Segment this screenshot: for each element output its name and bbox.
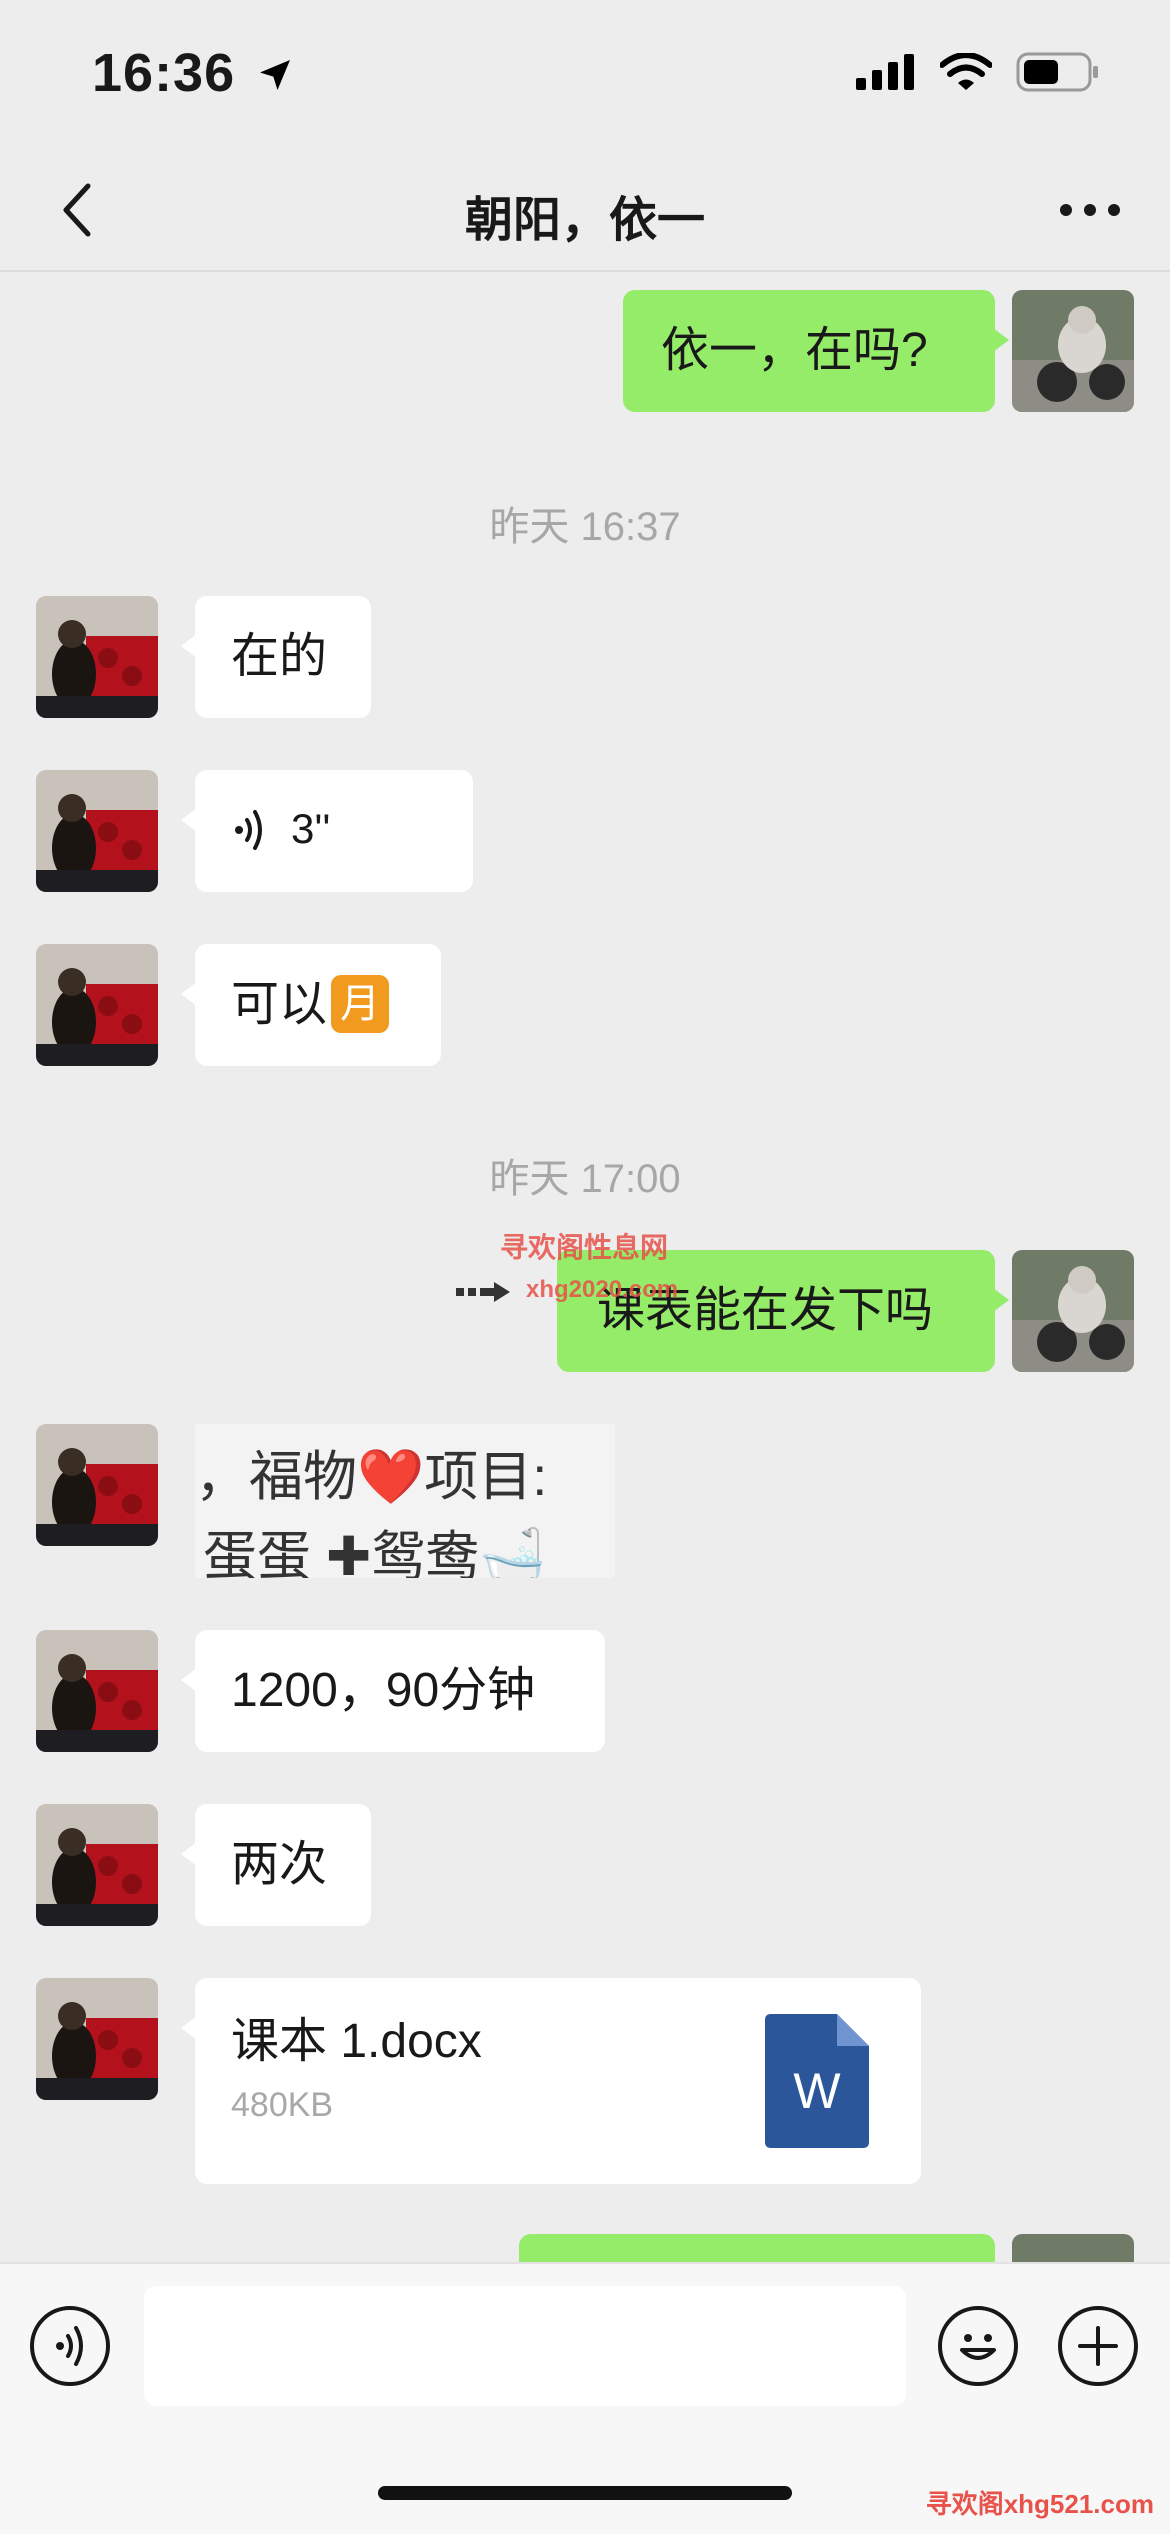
voice-icon (56, 2326, 83, 2366)
message-row-sent (0, 2234, 1170, 2262)
file-size: 480KB (231, 2086, 334, 2124)
image-message[interactable]: ，福物❤️项目: 蛋蛋 ✚鸳鸯🛁 (195, 1424, 615, 1578)
avatar-image (36, 770, 158, 892)
contact-avatar[interactable] (36, 770, 158, 892)
watermark-url: xhg2020.com (526, 1276, 679, 1303)
message-text: 两次 (231, 1838, 328, 1891)
more-icon (1060, 204, 1120, 216)
message-row-received: 两次 (0, 1804, 1170, 1928)
avatar-image (36, 1804, 158, 1926)
message-bubble[interactable]: 课表能在发下吗 (557, 1250, 1009, 1372)
voice-input-button[interactable] (30, 2306, 110, 2386)
word-file-icon-letter: W (793, 2063, 841, 2119)
avatar-image (36, 1978, 158, 2100)
message-row-received: ，福物❤️项目: 蛋蛋 ✚鸳鸯🛁 (0, 1424, 1170, 1580)
message-text: 在的 (231, 630, 328, 683)
moon-emoji-icon: 月 (331, 975, 390, 1033)
contact-avatar[interactable] (36, 1804, 158, 1926)
signal-icon (856, 54, 914, 90)
more-button[interactable] (1050, 170, 1130, 250)
avatar-image (36, 1424, 158, 1546)
chat-header: 朝阳，依一 (0, 150, 1170, 272)
message-row-received: 可以 月 (0, 944, 1170, 1068)
message-text: 可以 (231, 978, 328, 1031)
message-text: 1200，90分钟 (231, 1664, 536, 1717)
my-avatar[interactable] (1012, 290, 1134, 412)
avatar-image (36, 944, 158, 1066)
emoji-icon (960, 2334, 996, 2360)
voice-wave-icon (235, 810, 262, 850)
avatar-image (36, 1630, 158, 1752)
contact-avatar[interactable] (36, 1978, 158, 2100)
status-bar: 16:36 (0, 0, 1170, 150)
message-row-sent: 课表能在发下吗 (0, 1250, 1170, 1374)
message-row-received: 3'' (0, 770, 1170, 894)
contact-avatar[interactable] (36, 944, 158, 1066)
watermark-text: 寻欢阁性息网 (500, 1232, 669, 1263)
avatar-image (1012, 1250, 1134, 1372)
message-bubble[interactable]: 在的 (181, 596, 371, 718)
message-bubble[interactable]: 可以 月 (181, 944, 441, 1066)
home-indicator[interactable] (378, 2486, 792, 2500)
contact-avatar[interactable] (36, 596, 158, 718)
message-bubble[interactable]: 依一，在吗? (623, 290, 1009, 412)
image-text-line: ，福物❤️项目: (195, 1447, 548, 1507)
message-bubble-partial[interactable] (519, 2234, 995, 2262)
status-time-text: 16:36 (92, 43, 236, 103)
message-text: 依一，在吗? (661, 324, 928, 377)
timestamp: 昨天 16:37 (489, 505, 681, 549)
arrow-icon (456, 1282, 510, 1302)
voice-message[interactable]: 3'' (181, 770, 473, 892)
timestamp: 昨天 17:00 (489, 1157, 681, 1201)
message-list[interactable]: 依一，在吗? 昨天 16:37 在的 3'' 可以 月 昨天 17:00 课表能… (0, 272, 1170, 2262)
my-avatar-partial[interactable] (1012, 2234, 1134, 2262)
message-row-sent: 依一，在吗? (0, 290, 1170, 414)
message-row-received: 课本 1.docx 480KB W (0, 1978, 1170, 2188)
message-bubble[interactable]: 两次 (181, 1804, 371, 1926)
contact-avatar[interactable] (36, 1424, 158, 1546)
contact-avatar[interactable] (36, 1630, 158, 1752)
status-time: 16:36 (92, 42, 295, 104)
message-input[interactable] (144, 2286, 906, 2406)
my-avatar[interactable] (1012, 1250, 1134, 1372)
avatar-image (1012, 290, 1134, 412)
file-message[interactable]: 课本 1.docx 480KB W (181, 1978, 921, 2184)
message-bubble[interactable]: 1200，90分钟 (181, 1630, 605, 1752)
battery-icon (1016, 52, 1098, 92)
message-row-received: 1200，90分钟 (0, 1630, 1170, 1754)
watermark-bottom: 寻欢阁xhg521.com (925, 2489, 1154, 2519)
file-name: 课本 1.docx (231, 2015, 482, 2068)
voice-duration: 3'' (291, 805, 331, 852)
plus-icon (1078, 2326, 1118, 2366)
chat-title: 朝阳，依一 (464, 194, 705, 247)
emoji-button[interactable] (938, 2306, 1018, 2386)
avatar-image (36, 596, 158, 718)
wifi-icon (940, 53, 992, 90)
image-text-line: 蛋蛋 ✚鸳鸯🛁 (203, 1527, 547, 1578)
status-indicators (856, 52, 1100, 92)
plus-button[interactable] (1058, 2306, 1138, 2386)
location-arrow-icon (260, 60, 291, 90)
message-row-received: 在的 (0, 596, 1170, 720)
